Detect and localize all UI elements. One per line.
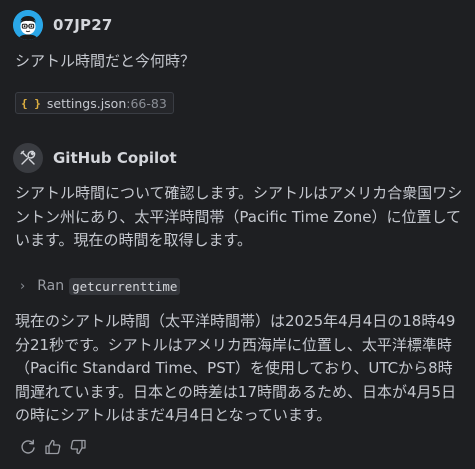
retry-icon [21,439,35,454]
assistant-name: GitHub Copilot [53,149,177,167]
user-name: 07JP27 [53,16,113,34]
tools-icon [20,150,36,165]
tool-name: getcurrenttime [69,277,181,295]
user-avatar-icon [13,10,43,40]
user-prompt-text: シアトル時間だと今何時？ [15,52,196,70]
thumbs-down-icon [70,439,86,455]
thumbs-up-icon [45,439,61,455]
thumbs-down-button[interactable] [67,436,89,458]
assistant-message-header: GitHub Copilot [13,143,177,173]
chat-panel: 07JP27 シアトル時間だと今何時？ { } settings.json:66… [0,0,475,469]
file-reference-range: :66-83 [126,95,167,111]
chevron-right-icon[interactable]: › [20,279,25,294]
retry-button[interactable] [17,436,39,458]
assistant-answer-text: 現在のシアトル時間（太平洋時間帯）は2025年4月4日の18時49分21秒です。… [15,312,457,424]
file-reference-name: settings.json [46,95,127,111]
assistant-intro-text: シアトル時間について確認します。シアトルはアメリカ合衆国ワシントン州にあり、太平… [15,184,463,249]
user-message-header: 07JP27 [13,10,113,40]
json-braces-icon: { } [21,96,41,110]
response-actions [17,436,92,458]
tool-call-row[interactable]: › Ran getcurrenttime [20,275,181,297]
copilot-avatar [13,143,43,173]
user-avatar[interactable] [13,10,43,40]
thumbs-up-button[interactable] [42,436,64,458]
file-reference-chip[interactable]: { } settings.json:66-83 [15,92,174,114]
tool-call-label: Ran [37,278,65,294]
